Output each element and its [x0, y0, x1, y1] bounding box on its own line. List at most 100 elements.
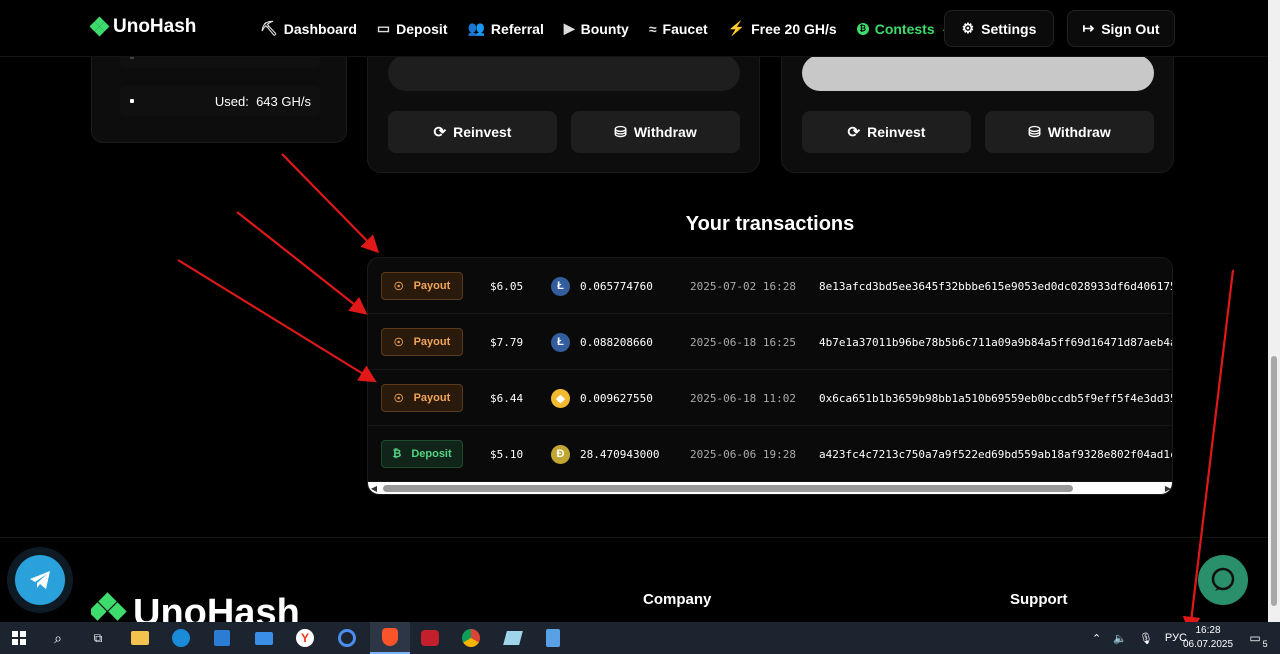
clock[interactable]: 16:28 06.07.2025	[1180, 624, 1236, 652]
contest-coin-icon: ₿	[856, 22, 869, 35]
red-arrow	[281, 153, 380, 254]
recorder-icon[interactable]	[415, 626, 445, 650]
notifications-icon[interactable]: ▭ 5	[1240, 626, 1270, 650]
nav-faucet[interactable]: ≈ Faucet	[649, 21, 708, 37]
logo-icon	[89, 16, 110, 37]
hand-icon: ☉	[393, 336, 404, 349]
settings-button[interactable]: ⚙ Settings	[944, 10, 1054, 47]
volume-icon[interactable]: 🔈	[1113, 632, 1127, 645]
nav-referral[interactable]: 👥 Referral	[467, 20, 543, 37]
reinvest-button[interactable]: ⟳ Reinvest	[802, 111, 971, 153]
hand-icon: ☉	[393, 392, 404, 405]
nav-contests[interactable]: ₿Contests⌄	[856, 20, 952, 37]
tx-hash[interactable]: 4b7e1a37011b96be78b5b6c711a09a9b84a5ff69…	[819, 314, 1172, 370]
search-icon[interactable]: ⌕	[43, 626, 73, 650]
tx-hash[interactable]: 8e13afcd3bd5ee3645f32bbbe615e9053ed0dc02…	[819, 258, 1172, 314]
used-row: Used: 643 GH/s	[120, 86, 320, 116]
footer-brand-name: UnoHash	[133, 591, 300, 623]
type-badge: ☉ Payout	[381, 384, 463, 412]
brand-logo[interactable]: UnoHash	[89, 16, 197, 38]
browser-icon[interactable]	[332, 626, 362, 650]
coin-value: 0.088208660	[580, 335, 653, 349]
chrome-icon[interactable]	[456, 626, 486, 650]
file-explorer-icon[interactable]	[125, 626, 155, 650]
page: UnoHash ⛏ Dashboard ▭ Deposit 👥 Referral ▶ B…	[0, 0, 1280, 654]
reinvest-button[interactable]: ⟳ Reinvest	[388, 111, 557, 153]
hand-icon: ☉	[393, 280, 404, 293]
page-vertical-scrollbar[interactable]	[1268, 0, 1280, 622]
notes-app-icon[interactable]	[498, 626, 528, 650]
transactions-table: ☉ Payout $6.05 Ł 0.065774760 2025-07-02 1…	[367, 257, 1173, 495]
top-navbar: UnoHash ⛏ Dashboard ▭ Deposit 👥 Referral ▶ B…	[0, 0, 1268, 57]
progress-bar	[388, 55, 740, 91]
mail-icon[interactable]	[249, 626, 279, 650]
transactions-title: Your transactions	[685, 213, 855, 235]
amount: $7.79	[490, 335, 524, 349]
table-row: ₿ Deposit $5.10 Ð 28.470943000 2025-06-06…	[368, 426, 1172, 482]
tx-hash[interactable]: a423fc4c7213c750a7a9f522ed69bd559ab18af9…	[819, 426, 1172, 482]
calculator-icon[interactable]	[538, 626, 568, 650]
page-scroll-thumb[interactable]	[1271, 356, 1277, 606]
hand-coin-icon: ⛁	[614, 124, 627, 141]
users-icon: 👥	[467, 20, 485, 36]
chevron-up-icon[interactable]: ⌃	[1092, 632, 1101, 645]
windows-start-icon[interactable]	[4, 626, 34, 650]
nav-links: ⛏ Dashboard ▭ Deposit 👥 Referral ▶ Bounty ≈ F…	[260, 0, 952, 57]
date: 2025-06-18 16:25	[690, 335, 796, 349]
type-badge: ₿ Deposit	[381, 440, 463, 468]
coin-value: 28.470943000	[580, 447, 660, 461]
footer-company-heading: Company	[643, 591, 712, 608]
pickaxe-icon: ⛏	[260, 20, 278, 36]
table-horizontal-scrollbar[interactable]: ◀ ▶	[368, 482, 1172, 494]
telegram-button[interactable]	[7, 547, 73, 613]
youtube-icon: ▶	[563, 20, 575, 36]
red-arrow	[177, 259, 377, 383]
wallet-card-2: ⟳ Reinvest ⛁ Withdraw	[781, 40, 1174, 173]
coin-value: 0.065774760	[580, 279, 653, 293]
type-badge: ☉ Payout	[381, 272, 463, 300]
red-arrow	[236, 211, 368, 315]
chat-bubble-icon	[1211, 567, 1235, 591]
nav-bounty[interactable]: ▶ Bounty	[564, 20, 629, 37]
edge-icon[interactable]	[166, 626, 196, 650]
litecoin-icon: Ł	[551, 276, 570, 296]
refresh-icon: ⟳	[433, 124, 447, 141]
footer-logo[interactable]: UnoHash	[91, 590, 300, 622]
table-row: ☉ Payout $6.05 Ł 0.065774760 2025-07-02 1…	[368, 258, 1172, 314]
withdraw-button[interactable]: ⛁ Withdraw	[985, 111, 1154, 153]
wallet-card-1: ⟳ Reinvest ⛁ Withdraw	[367, 40, 760, 173]
coin-value: 0.009627550	[580, 391, 653, 405]
nav-deposit[interactable]: ▭ Deposit	[377, 20, 448, 37]
brave-icon[interactable]	[370, 622, 410, 654]
task-view-icon[interactable]: ⧉	[83, 626, 113, 650]
sign-out-button[interactable]: ↦ Sign Out	[1067, 10, 1175, 47]
amount: $6.44	[490, 391, 524, 405]
withdraw-button[interactable]: ⛁ Withdraw	[571, 111, 740, 153]
date: 2025-07-02 16:28	[690, 279, 796, 293]
nav-free-hashrate[interactable]: ⚡ Free 20 GH/s	[728, 20, 837, 37]
nav-dashboard[interactable]: ⛏ Dashboard	[260, 20, 357, 37]
date: 2025-06-18 11:02	[690, 391, 796, 405]
scroll-left-icon[interactable]: ◀	[368, 482, 380, 494]
yandex-icon[interactable]: Y	[290, 626, 320, 650]
sign-out-icon: ↦	[1082, 20, 1095, 36]
scroll-right-icon[interactable]: ▶	[1162, 482, 1172, 494]
hashrate-panel: Available: -185 GH/s Used: 643 GH/s	[91, 45, 347, 143]
scroll-thumb[interactable]	[383, 485, 1073, 492]
store-icon[interactable]	[207, 626, 237, 650]
chat-button[interactable]	[1198, 555, 1248, 605]
telegram-icon	[30, 571, 50, 589]
dogecoin-icon: Ð	[551, 444, 570, 464]
tx-hash[interactable]: 0x6ca651b1b3659b98bb1a510b69559eb0bccdb5…	[819, 370, 1172, 426]
amount: $6.05	[490, 279, 524, 293]
microphone-icon[interactable]: 🎙	[1139, 632, 1153, 645]
refresh-icon: ⟳	[847, 124, 861, 141]
gears-icon: ⚙	[961, 20, 975, 36]
type-badge: ☉ Payout	[381, 328, 463, 356]
table-row: ☉ Payout $7.79 Ł 0.088208660 2025-06-18 1…	[368, 314, 1172, 370]
progress-bar	[802, 55, 1154, 91]
date: 2025-06-06 19:28	[690, 447, 796, 461]
brand-name: UnoHash	[113, 16, 197, 37]
table-row: ☉ Payout $6.44 ◆ 0.009627550 2025-06-18 1…	[368, 370, 1172, 426]
windows-taskbar: ⌕ ⧉ Y ⌃ 🔈 🎙 РУС 16:28 06.07.2025 ▭ 5	[0, 622, 1280, 654]
